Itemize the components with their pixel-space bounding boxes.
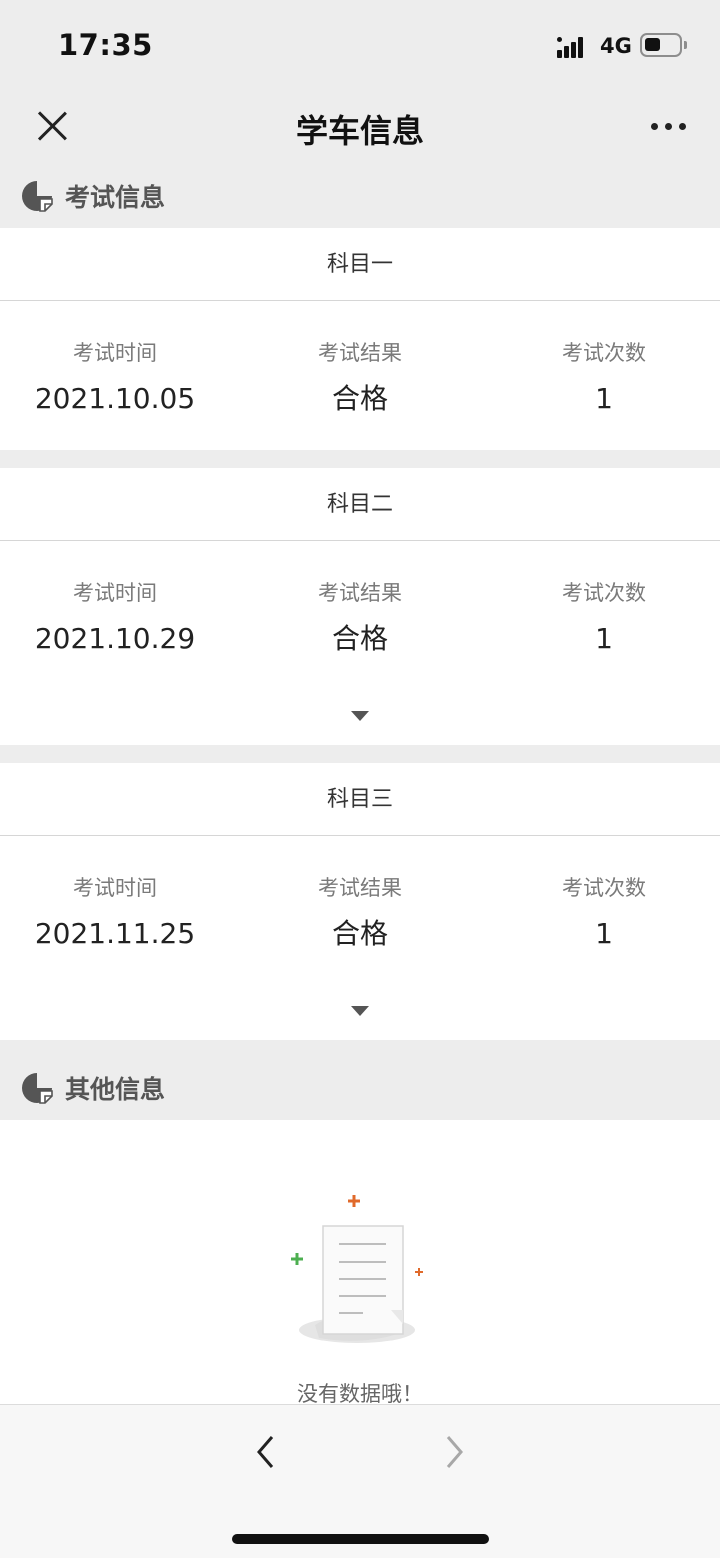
exam-count-value: 1 [595,382,613,415]
exam-time-value: 2021.10.05 [34,382,196,415]
network-type: 4G [600,34,632,58]
exam-result-column: 考试结果 合格 [240,836,480,952]
home-indicator[interactable] [232,1534,489,1544]
back-arrow-icon[interactable] [250,1435,284,1469]
status-time: 17:35 [58,28,153,62]
subject-title: 科目三 [326,787,393,812]
exam-result-label: 考试结果 [318,341,402,365]
empty-document-icon [291,1195,423,1343]
exam-result-label: 考试结果 [318,581,402,605]
exam-count-column: 考试次数 1 [484,301,720,417]
expand-arrow-icon[interactable] [351,711,369,721]
exam-count-label: 考试次数 [562,341,646,365]
forward-arrow-icon[interactable] [436,1435,470,1469]
exam-time-label: 考试时间 [73,341,157,365]
exam-count-label: 考试次数 [562,581,646,605]
exam-count-value: 1 [595,917,613,950]
subject-card-2: 科目二 考试时间 2021.10.29 考试结果 合格 考试次数 1 [0,468,720,745]
exam-info-title: 考试信息 [65,183,166,212]
section-pie-icon [22,181,53,212]
screen: 17:35 4G 学车信息 考试信息 科目一 考试时间 2021.10.05 考… [0,0,720,1558]
exam-time-column: 考试时间 2021.10.29 [0,541,235,657]
exam-result-value: 合格 [331,382,388,415]
page-title: 学车信息 [295,112,424,150]
subject-title: 科目二 [326,492,393,517]
subject-card-1: 科目一 考试时间 2021.10.05 考试结果 合格 考试次数 1 [0,228,720,450]
signal-icon [557,34,589,58]
other-info-title: 其他信息 [65,1075,166,1104]
more-options-icon[interactable] [648,116,690,136]
exam-info-header: 考试信息 [0,166,720,228]
battery-cap [684,41,687,49]
exam-time-label: 考试时间 [73,876,157,900]
battery-icon [640,33,682,57]
exam-count-column: 考试次数 1 [484,541,720,657]
other-info-header: 其他信息 [0,1058,720,1120]
exam-count-value: 1 [595,622,613,655]
exam-result-column: 考试结果 合格 [240,301,480,417]
exam-result-column: 考试结果 合格 [240,541,480,657]
nav-bar: 学车信息 [0,90,720,166]
exam-time-label: 考试时间 [73,581,157,605]
subject-title: 科目一 [326,252,393,277]
section-pie-icon [22,1073,53,1104]
exam-result-label: 考试结果 [318,876,402,900]
subject-card-3: 科目三 考试时间 2021.11.25 考试结果 合格 考试次数 1 [0,763,720,1040]
exam-time-column: 考试时间 2021.10.05 [0,301,235,417]
bottom-toolbar [0,1404,720,1558]
exam-time-column: 考试时间 2021.11.25 [0,836,235,952]
exam-count-label: 考试次数 [562,876,646,900]
exam-count-column: 考试次数 1 [484,836,720,952]
status-bar: 17:35 4G [0,0,720,90]
empty-state: 没有数据哦！ [0,1120,720,1406]
exam-time-value: 2021.10.29 [34,622,196,655]
exam-result-value: 合格 [331,917,388,950]
exam-result-value: 合格 [331,622,388,655]
expand-arrow-icon[interactable] [351,1006,369,1016]
exam-time-value: 2021.11.25 [34,917,196,950]
